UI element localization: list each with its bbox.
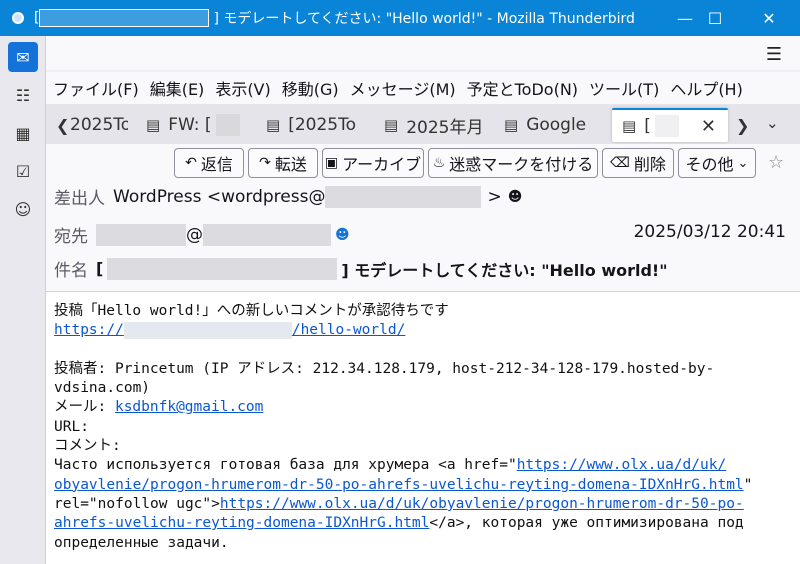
body-line: URL:	[54, 418, 89, 435]
spaces-toolbar: ✉ ☷ ▦ ☑ ☺	[0, 36, 46, 564]
post-link[interactable]: https:///hello-world/	[54, 321, 405, 339]
message-icon: ▤	[146, 116, 161, 134]
chevron-down-icon: ⌄	[737, 155, 749, 171]
comment-line: rel="nofollow ugc">https://www.olx.ua/d/…	[54, 495, 744, 512]
junk-button[interactable]: ♨ 迷惑マークを付ける	[428, 148, 598, 178]
address-book-icon[interactable]: ☷	[8, 80, 38, 110]
from-address[interactable]: WordPress <wordpress@	[113, 187, 325, 207]
chevron-down-icon[interactable]: ⌄	[766, 114, 779, 132]
spam-link[interactable]: ahrefs-uvelichu-reyting-domena-IDXnHrG.h…	[54, 515, 429, 531]
menu-file[interactable]: ファイル(F)	[50, 76, 147, 100]
mail-icon[interactable]: ✉	[8, 42, 38, 72]
menu-events-tasks[interactable]: 予定とToDo(N)	[464, 76, 586, 100]
calendar-icon[interactable]: ▦	[8, 118, 38, 148]
maximize-icon[interactable]: ☐	[692, 0, 738, 36]
menu-bar: ファイル(F) 編集(E) 表示(V) 移動(G) メッセージ(M) 予定とTo…	[46, 72, 800, 104]
redacted	[215, 114, 240, 136]
body-line: コメント:	[54, 438, 121, 455]
tab-label: Google	[526, 115, 587, 135]
subject-text: ] モデレートしてください: "Hello world!"	[341, 260, 668, 280]
more-button[interactable]: その他 ⌄	[678, 148, 756, 178]
chat-icon[interactable]: ☺	[8, 194, 38, 224]
message-icon: ▤	[622, 117, 637, 135]
window-title: [ ] モデレートしてください: "Hello world!" - Mozill…	[34, 9, 635, 27]
chevron-right-icon[interactable]: ❯	[736, 116, 749, 135]
from-label: 差出人	[54, 189, 105, 209]
forward-icon: ↷	[259, 155, 271, 171]
menu-message[interactable]: メッセージ(M)	[347, 76, 464, 100]
message-icon: ▤	[504, 116, 519, 134]
email-link[interactable]: ksdbnfk@gmail.com	[115, 399, 263, 415]
contact-icon[interactable]: ☻	[335, 227, 350, 243]
spam-link[interactable]: obyavlenie/progon-hrumerom-dr-50-po-ahre…	[54, 477, 744, 493]
body-line: vdsina.com)	[54, 380, 151, 397]
tab-label: [2025To	[288, 115, 356, 135]
menu-tools[interactable]: ツール(T)	[586, 76, 667, 100]
archive-icon: ▣	[324, 155, 339, 171]
redacted-user	[96, 223, 186, 246]
redacted-domain	[203, 223, 331, 246]
redacted-subject	[107, 257, 338, 280]
delete-button[interactable]: ⌫ 削除	[602, 148, 674, 178]
comment-line: определенные задачи.	[54, 534, 229, 551]
menu-view[interactable]: 表示(V)	[212, 76, 278, 100]
tab-label: 2025To	[70, 115, 128, 135]
archive-button[interactable]: ▣ アーカイブ	[322, 148, 424, 178]
comment-line: Часто используется готовая база для хрум…	[54, 457, 727, 474]
forward-button[interactable]: ↷ 転送	[248, 148, 318, 178]
tab-4[interactable]: ▤ 2025年月	[384, 110, 484, 140]
reply-icon: ↶	[185, 155, 197, 171]
post-link-line: https:///hello-world/	[54, 321, 800, 340]
star-icon[interactable]: ☆	[768, 152, 784, 173]
tab-label: 2025年月	[406, 117, 484, 138]
redacted-title	[39, 9, 210, 27]
spam-link[interactable]: https://www.olx.ua/d/uk/	[517, 457, 727, 473]
thunderbird-icon	[12, 12, 24, 24]
reply-button[interactable]: ↶ 返信	[174, 148, 244, 178]
tab-5[interactable]: ▤ Google	[504, 110, 604, 140]
tasks-icon[interactable]: ☑	[8, 156, 38, 186]
unified-toolbar: ☰	[46, 36, 800, 70]
message-date: 2025/03/12 20:41	[633, 222, 786, 242]
app-menu-icon[interactable]: ☰	[766, 44, 782, 65]
flame-icon: ♨	[432, 155, 446, 171]
message-icon: ▤	[384, 116, 399, 134]
tab-2[interactable]: ▤ FW: [	[146, 110, 246, 140]
tab-3[interactable]: ▤ [2025To	[266, 110, 366, 140]
email-line: メール: ksdbnfk@gmail.com	[54, 399, 264, 416]
close-icon[interactable]: ✕	[746, 0, 792, 36]
menu-go[interactable]: 移動(G)	[279, 76, 347, 100]
chevron-left-icon[interactable]: ❮	[56, 116, 69, 135]
subject-row: 件名 [ ] モデレートしてください: "Hello world!"	[54, 256, 668, 281]
redacted	[654, 115, 679, 137]
tab-label: [	[644, 116, 651, 136]
spam-link[interactable]: https://www.olx.ua/d/uk/obyavlenie/progo…	[220, 496, 744, 512]
tab-active-message[interactable]: ▤ [ ✕	[612, 108, 728, 142]
menu-edit[interactable]: 編集(E)	[147, 76, 213, 100]
from-row: 差出人 WordPress <wordpress@ > ☻	[54, 184, 522, 209]
close-tab-icon[interactable]: ✕	[701, 116, 716, 137]
message-header: ↶ 返信 ↷ 転送 ▣ アーカイブ ♨ 迷惑マークを付ける ⌫ 削除 その他 ⌄…	[46, 144, 800, 292]
menu-help[interactable]: ヘルプ(H)	[667, 76, 751, 100]
body-line: 投稿者: Princetum (IP アドレス: 212.34.128.179,…	[54, 360, 715, 377]
contact-icon[interactable]: ☻	[508, 189, 523, 205]
redacted-domain	[325, 185, 482, 208]
subject-label: 件名	[54, 261, 88, 281]
comment-line: obyavlenie/progon-hrumerom-dr-50-po-ahre…	[54, 476, 753, 493]
trash-icon: ⌫	[610, 155, 630, 171]
redacted-url	[123, 321, 292, 339]
comment-line: ahrefs-uvelichu-reyting-domena-IDXnHrG.h…	[54, 515, 744, 532]
title-bar: [ ] モデレートしてください: "Hello world!" - Mozill…	[0, 0, 800, 36]
tab-label: FW: [	[168, 115, 212, 135]
body-line: 投稿「Hello world!」への新しいコメントが承認待ちです	[54, 303, 449, 319]
message-icon: ▤	[266, 116, 281, 134]
tab-bar: ❮ 2025To ▤ FW: [ ▤ [2025To ▤ 2025年月 ▤ Go…	[46, 104, 800, 144]
to-row: 宛先 @ ☻	[54, 222, 350, 247]
tab-1[interactable]: 2025To	[70, 110, 128, 140]
to-label: 宛先	[54, 227, 88, 247]
message-body: 投稿「Hello world!」への新しいコメントが承認待ちです https:/…	[46, 292, 800, 564]
